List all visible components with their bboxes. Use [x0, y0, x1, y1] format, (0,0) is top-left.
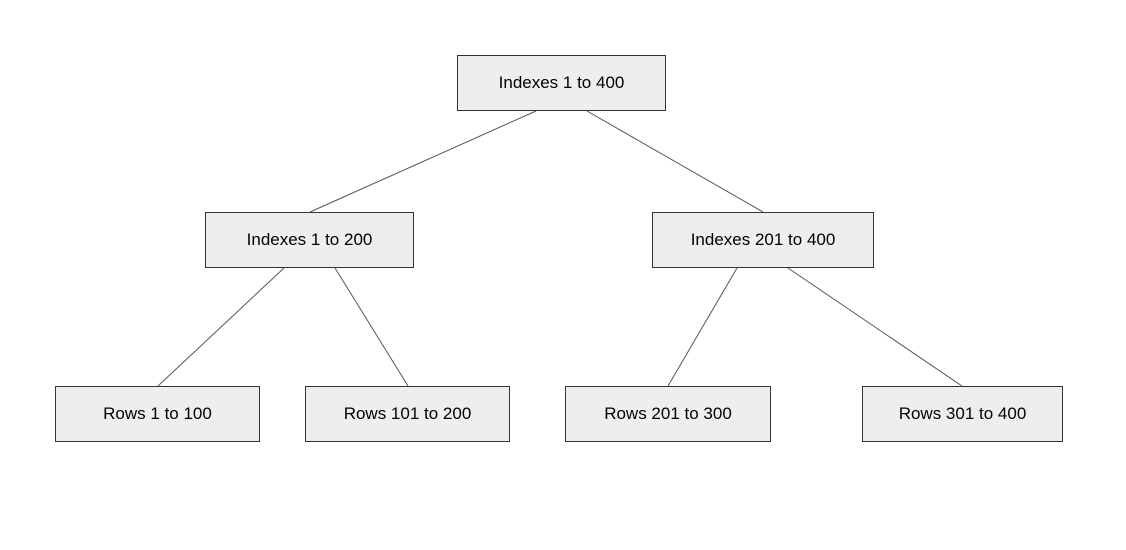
tree-node-root: Indexes 1 to 400: [457, 55, 666, 111]
tree-node-leaf-2: Rows 201 to 300: [565, 386, 771, 442]
tree-node-leaf-0: Rows 1 to 100: [55, 386, 260, 442]
tree-node-label: Rows 301 to 400: [899, 404, 1027, 424]
tree-node-level1-right: Indexes 201 to 400: [652, 212, 874, 268]
tree-node-label: Rows 1 to 100: [103, 404, 212, 424]
tree-node-leaf-1: Rows 101 to 200: [305, 386, 510, 442]
tree-node-label: Indexes 1 to 200: [247, 230, 373, 250]
tree-node-leaf-3: Rows 301 to 400: [862, 386, 1063, 442]
tree-node-label: Rows 201 to 300: [604, 404, 732, 424]
tree-node-level1-left: Indexes 1 to 200: [205, 212, 414, 268]
tree-node-label: Rows 101 to 200: [344, 404, 472, 424]
tree-node-label: Indexes 1 to 400: [499, 73, 625, 93]
tree-node-label: Indexes 201 to 400: [691, 230, 836, 250]
